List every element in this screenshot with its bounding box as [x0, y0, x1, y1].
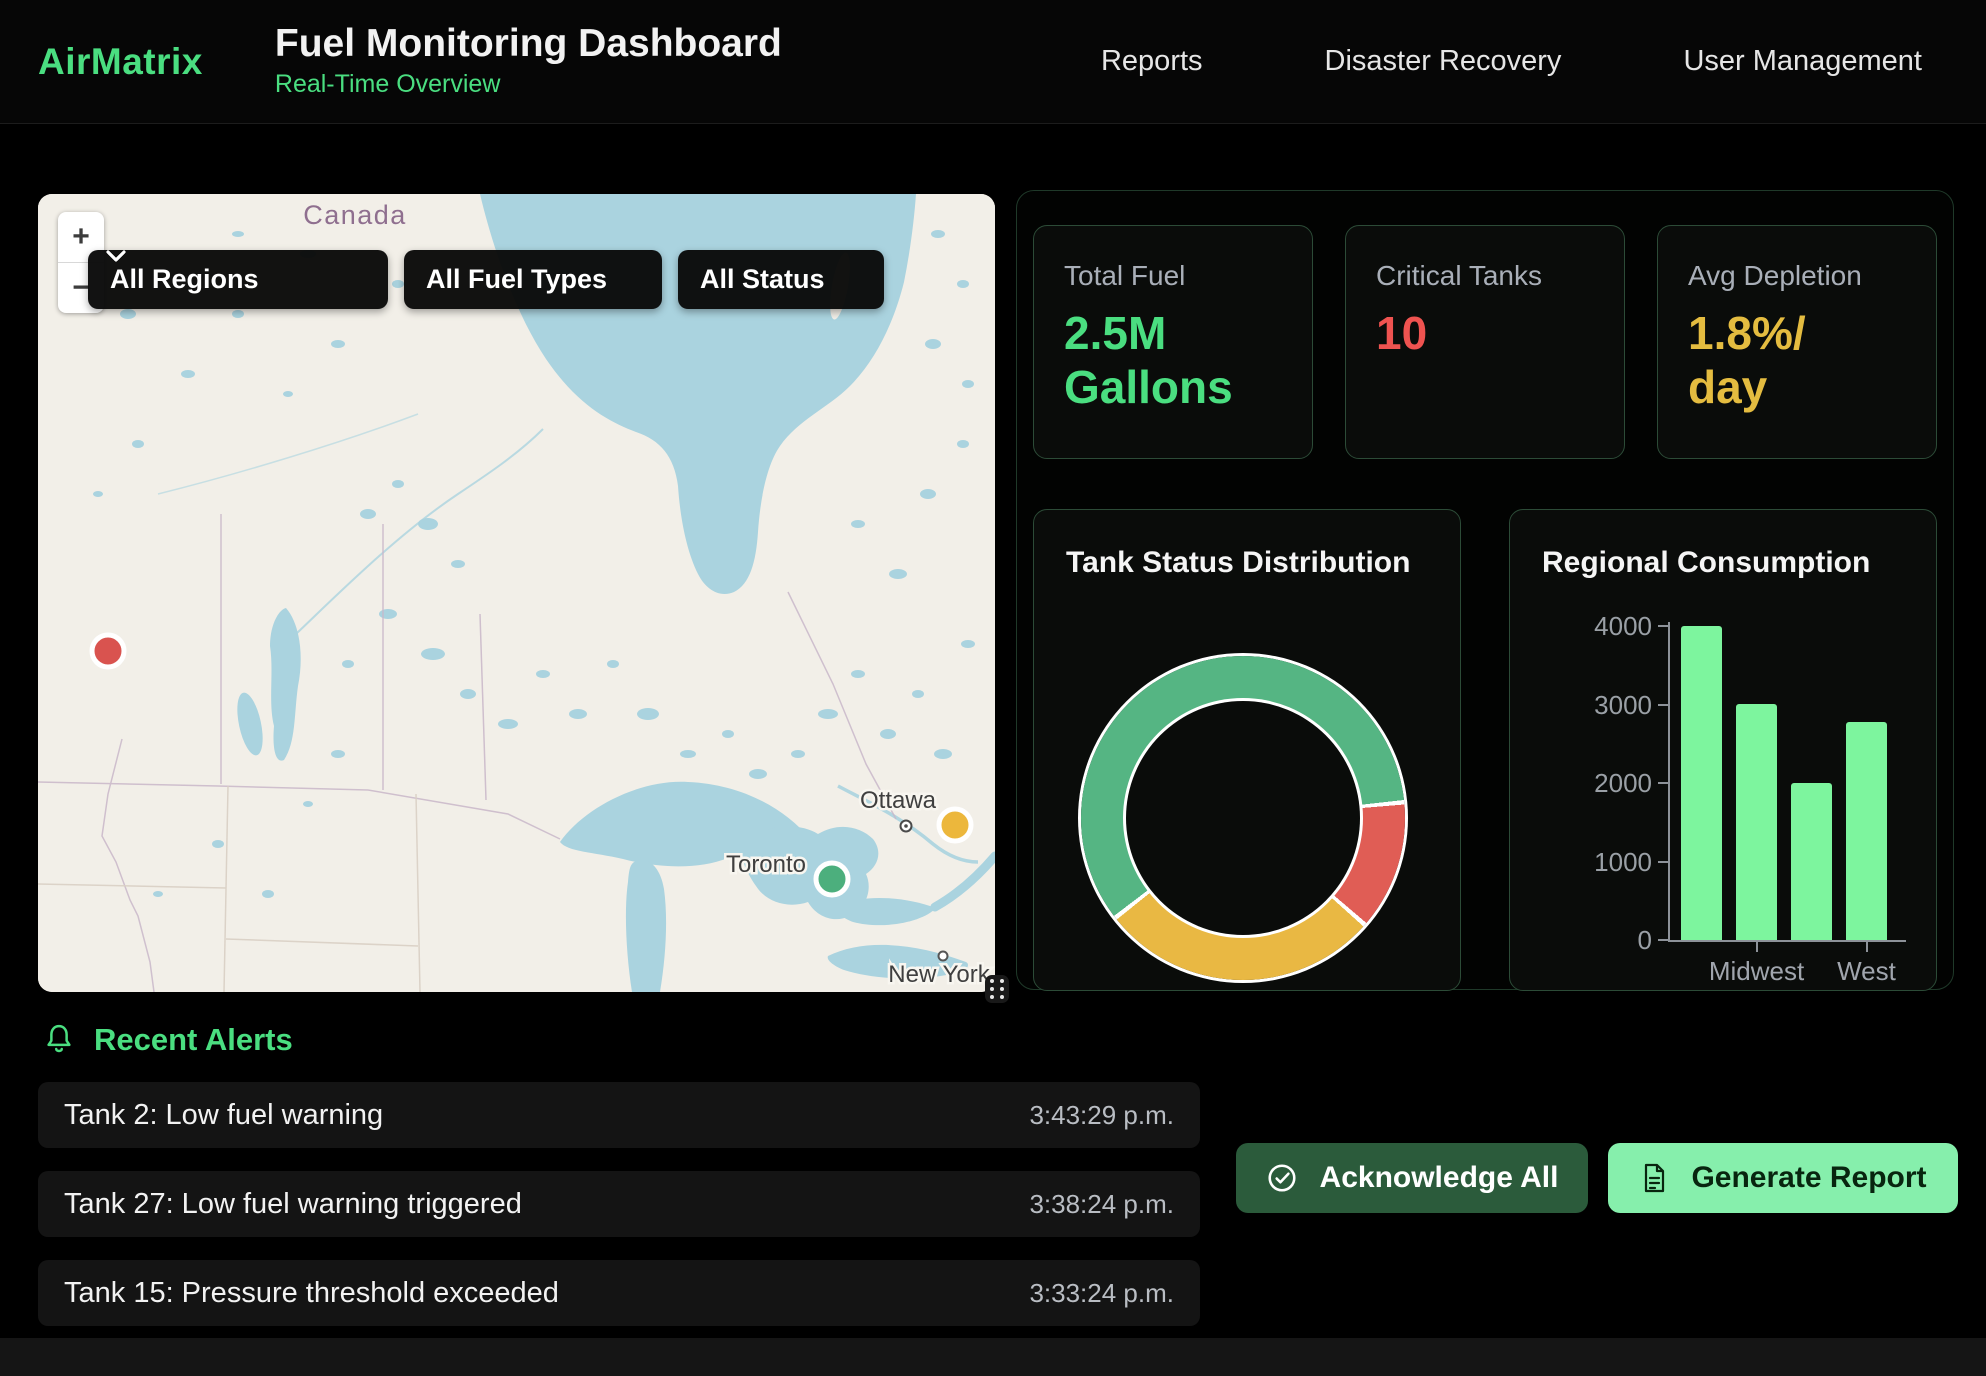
y-tick-mark	[1658, 861, 1668, 863]
nav-user-management[interactable]: User Management	[1683, 45, 1922, 78]
map-label-new-york: New York	[888, 961, 990, 988]
alert-message: Tank 15: Pressure threshold exceeded	[64, 1277, 559, 1310]
title-block: Fuel Monitoring Dashboard Real-Time Over…	[275, 24, 782, 100]
charts-row: Tank Status Distribution Regional Consum…	[1033, 509, 1937, 991]
alert-row[interactable]: Tank 15: Pressure threshold exceeded 3:3…	[38, 1260, 1200, 1326]
bar	[1736, 704, 1777, 940]
main-nav: Reports Disaster Recovery User Managemen…	[1101, 45, 1922, 78]
x-tick-label: West	[1787, 956, 1938, 987]
alert-message: Tank 27: Low fuel warning triggered	[64, 1188, 522, 1221]
bar	[1681, 626, 1722, 940]
bell-icon	[42, 1022, 76, 1058]
tank-status-card: Tank Status Distribution	[1033, 509, 1461, 991]
check-circle-icon	[1266, 1162, 1298, 1194]
bar-chart-y-axis	[1668, 622, 1670, 942]
alert-time: 3:38:24 p.m.	[1029, 1189, 1174, 1220]
y-tick-label: 2000	[1540, 768, 1652, 799]
regions-filter-label: All Regions	[110, 264, 259, 295]
map-label-ottawa: Ottawa	[860, 787, 937, 814]
map-label-canada: Canada	[303, 200, 407, 230]
acknowledge-all-button[interactable]: Acknowledge All	[1236, 1143, 1588, 1213]
stat-value: 1.8%/day	[1688, 306, 1823, 415]
regions-filter-dropdown[interactable]: All Regions	[88, 250, 388, 309]
acknowledge-all-label: Acknowledge All	[1320, 1161, 1559, 1195]
fuel-type-filter-label: All Fuel Types	[426, 264, 607, 295]
y-tick-label: 4000	[1540, 611, 1652, 642]
alert-message: Tank 2: Low fuel warning	[64, 1099, 383, 1132]
x-tick-mark	[1866, 942, 1868, 952]
stat-value: 10	[1376, 306, 1586, 360]
bar	[1846, 722, 1887, 940]
status-filter-dropdown[interactable]: All Status	[678, 250, 884, 309]
donut-chart-title: Tank Status Distribution	[1066, 546, 1428, 580]
y-tick-label: 0	[1540, 925, 1652, 956]
status-filter-label: All Status	[700, 264, 825, 295]
footer-bar	[0, 1338, 1986, 1376]
overview-panel: Total Fuel 2.5M Gallons Critical Tanks 1…	[1016, 190, 1954, 990]
bar	[1791, 783, 1832, 940]
recent-alerts-title: Recent Alerts	[94, 1022, 293, 1058]
map-marker-critical[interactable]	[92, 635, 124, 667]
chevron-down-icon	[106, 250, 126, 263]
tank-status-donut-chart	[1081, 656, 1405, 980]
stat-card-total-fuel: Total Fuel 2.5M Gallons	[1033, 225, 1313, 459]
stat-card-avg-depletion: Avg Depletion 1.8%/day	[1657, 225, 1937, 459]
app-logo: AirMatrix	[38, 41, 203, 83]
map-label-toronto: Toronto	[726, 851, 806, 878]
donut-hole	[1126, 701, 1360, 935]
stat-label: Critical Tanks	[1376, 260, 1594, 292]
nav-reports[interactable]: Reports	[1101, 45, 1203, 78]
y-tick-label: 1000	[1540, 847, 1652, 878]
map-canvas: Canada Ottawa Toronto New York	[38, 194, 995, 992]
regional-consumption-card: Regional Consumption MidwestWest40003000…	[1509, 509, 1937, 991]
resize-grip-handle[interactable]	[985, 975, 1009, 1003]
generate-report-button[interactable]: Generate Report	[1608, 1143, 1958, 1213]
page-subtitle: Real-Time Overview	[275, 70, 782, 99]
header: AirMatrix Fuel Monitoring Dashboard Real…	[0, 0, 1986, 124]
page-title: Fuel Monitoring Dashboard	[275, 24, 782, 65]
y-tick-label: 3000	[1540, 690, 1652, 721]
map-marker-ok[interactable]	[816, 863, 848, 895]
y-tick-mark	[1658, 625, 1668, 627]
nav-disaster-recovery[interactable]: Disaster Recovery	[1325, 45, 1562, 78]
x-tick-mark	[1756, 942, 1758, 952]
map-marker-warning[interactable]	[939, 809, 971, 841]
stats-row: Total Fuel 2.5M Gallons Critical Tanks 1…	[1033, 225, 1937, 459]
stat-label: Avg Depletion	[1688, 260, 1906, 292]
stat-card-critical-tanks: Critical Tanks 10	[1345, 225, 1625, 459]
stat-value: 2.5M Gallons	[1064, 306, 1274, 415]
alert-time: 3:33:24 p.m.	[1029, 1278, 1174, 1309]
generate-report-label: Generate Report	[1691, 1161, 1926, 1195]
alert-time: 3:43:29 p.m.	[1029, 1100, 1174, 1131]
fuel-type-filter-dropdown[interactable]: All Fuel Types	[404, 250, 662, 309]
alert-row[interactable]: Tank 2: Low fuel warning 3:43:29 p.m.	[38, 1082, 1200, 1148]
y-tick-mark	[1658, 939, 1668, 941]
y-tick-mark	[1658, 704, 1668, 706]
y-tick-mark	[1658, 782, 1668, 784]
map-filters: All Regions All Fuel Types All Status	[88, 250, 884, 309]
recent-alerts-header: Recent Alerts	[42, 1022, 293, 1058]
report-document-icon	[1639, 1162, 1669, 1194]
alert-row[interactable]: Tank 27: Low fuel warning triggered 3:38…	[38, 1171, 1200, 1237]
bar-chart-x-axis	[1668, 940, 1906, 942]
stat-label: Total Fuel	[1064, 260, 1282, 292]
bar-chart-title: Regional Consumption	[1542, 546, 1904, 580]
map[interactable]: Canada Ottawa Toronto New York + − All R…	[38, 194, 995, 992]
